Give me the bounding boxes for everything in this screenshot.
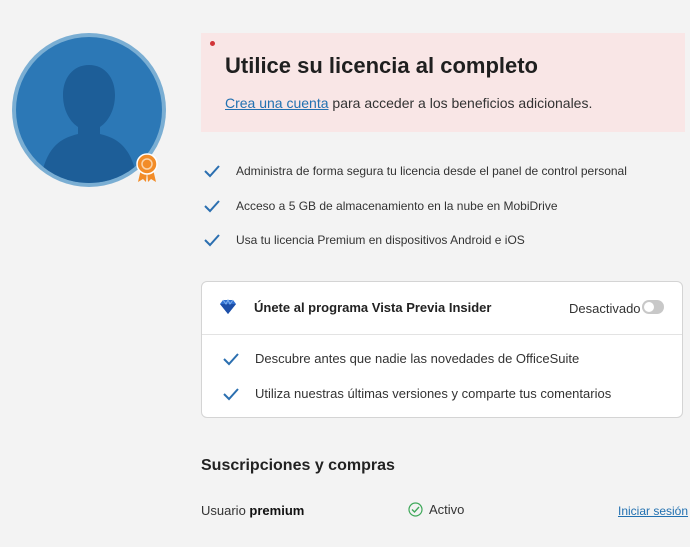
insider-card-header: Únete al programa Vista Previa Insider D… [202, 282, 682, 335]
checkmark-icon [223, 352, 239, 365]
insider-feature-item: Descubre antes que nadie las novedades d… [222, 351, 579, 366]
insider-card: Únete al programa Vista Previa Insider D… [201, 281, 683, 418]
banner-text: Crea una cuenta para acceder a los benef… [225, 95, 592, 111]
insider-toggle-label: Desactivado [569, 301, 641, 316]
check-circle-icon [408, 502, 423, 517]
feature-label: Acceso a 5 GB de almacenamiento en la nu… [236, 199, 558, 213]
status-badge: Activo [408, 502, 464, 517]
ribbon-badge-icon [135, 153, 159, 183]
banner-description: para acceder a los beneficios adicionale… [328, 95, 593, 111]
feature-label: Administra de forma segura tu licencia d… [236, 164, 627, 178]
banner-title: Utilice su licencia al completo [225, 53, 538, 78]
insider-feature-label: Utiliza nuestras últimas versiones y com… [255, 386, 612, 401]
sign-in-link[interactable]: Iniciar sesión [618, 504, 688, 518]
notification-dot [210, 41, 215, 46]
insider-feature-label: Descubre antes que nadie las novedades d… [255, 351, 580, 366]
diamond-icon [220, 299, 236, 314]
checkmark-icon [223, 387, 239, 400]
status-label: Activo [429, 502, 465, 517]
checkmark-icon [204, 234, 220, 247]
feature-item: Usa tu licencia Premium en dispositivos … [203, 233, 525, 247]
plan-name: premium [249, 503, 305, 518]
create-account-link[interactable]: Crea una cuenta [225, 95, 329, 111]
checkmark-icon [204, 200, 220, 213]
user-plan: Usuario premium [201, 503, 304, 518]
feature-label: Usa tu licencia Premium en dispositivos … [236, 233, 525, 247]
subscriptions-title: Suscripciones y compras [201, 457, 395, 474]
insider-feature-item: Utiliza nuestras últimas versiones y com… [222, 386, 611, 401]
checkmark-icon [204, 165, 220, 178]
toggle-knob [644, 302, 654, 312]
feature-item: Acceso a 5 GB de almacenamiento en la nu… [203, 199, 558, 213]
user-prefix: Usuario [201, 503, 250, 518]
feature-item: Administra de forma segura tu licencia d… [203, 164, 627, 178]
insider-toggle[interactable] [642, 300, 664, 314]
account-banner: Utilice su licencia al completo Crea una… [201, 33, 685, 132]
insider-title: Únete al programa Vista Previa Insider [254, 300, 492, 315]
